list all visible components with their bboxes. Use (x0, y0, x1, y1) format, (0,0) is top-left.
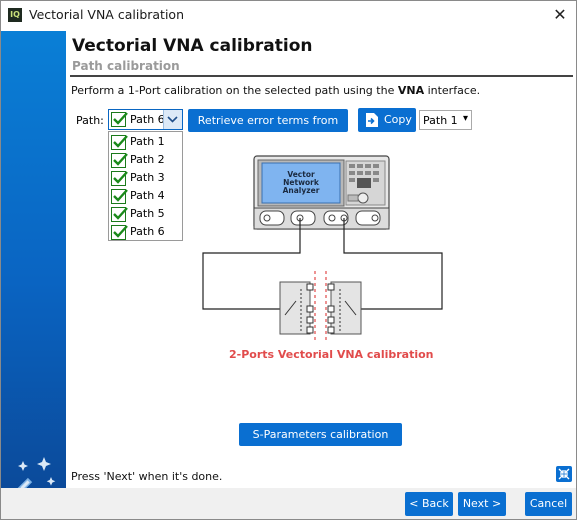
title-bar: IQ Vectorial VNA calibration ✕ (1, 1, 576, 29)
header-divider (70, 75, 573, 77)
vna-label-3: Analyzer (283, 186, 320, 195)
calibration-diagram: Vector Network Analyzer (202, 155, 443, 341)
back-button[interactable]: < Back (405, 492, 453, 516)
page-subtitle: Path calibration (72, 59, 180, 73)
copy-button-label: Copy (384, 113, 412, 126)
dropdown-item-path-5[interactable]: Path 5 (109, 205, 182, 223)
copy-button[interactable]: Copy (358, 108, 416, 132)
path-combobox-value: Path 6 (130, 113, 165, 126)
close-icon[interactable]: ✕ (549, 4, 571, 26)
dropdown-item-path-6[interactable]: Path 6 (109, 223, 182, 241)
checkbox-checked-icon[interactable] (111, 135, 128, 150)
sparam-calibration-check-button[interactable]: S-Parameters calibration check (239, 423, 402, 464)
dialog-window: IQ Vectorial VNA calibration ✕ Vectorial… (0, 0, 577, 520)
checkbox-checked-icon[interactable] (111, 153, 128, 168)
diagram-caption: 2-Ports Vectorial VNA calibration (229, 348, 434, 361)
fixture-left (279, 281, 311, 335)
dropdown-item-path-2[interactable]: Path 2 (109, 151, 182, 169)
dropdown-item-label: Path 3 (130, 171, 165, 184)
next-button[interactable]: Next > (458, 492, 506, 516)
copy-icon (366, 113, 378, 127)
dropdown-item-label: Path 6 (130, 225, 165, 238)
dropdown-item-label: Path 1 (130, 135, 165, 148)
wizard-sidebar (1, 31, 66, 505)
path-combobox[interactable]: Path 6 (108, 109, 183, 130)
copy-target-value: Path 1 (423, 114, 458, 127)
app-icon: IQ (8, 8, 22, 22)
checkbox-checked-icon[interactable] (111, 189, 128, 204)
dropdown-item-path-1[interactable]: Path 1 (109, 133, 182, 151)
copy-target-select[interactable]: Path 1 ▾ (419, 110, 472, 130)
cancel-button[interactable]: Cancel (525, 492, 572, 516)
path-label: Path: (76, 114, 104, 127)
chevron-down-icon[interactable] (163, 110, 182, 129)
dropdown-item-path-3[interactable]: Path 3 (109, 169, 182, 187)
collapse-icon[interactable] (556, 466, 572, 482)
retrieve-error-terms-button[interactable]: Retrieve error terms from VNA (188, 109, 348, 150)
checkbox-checked-icon[interactable] (111, 171, 128, 186)
instruction-text: Perform a 1-Port calibration on the sele… (71, 84, 481, 97)
dropdown-item-label: Path 4 (130, 189, 165, 202)
dropdown-item-label: Path 5 (130, 207, 165, 220)
dropdown-item-path-4[interactable]: Path 4 (109, 187, 182, 205)
path-dropdown-list: Path 1 Path 2 Path 3 Path 4 Path 5 Path … (108, 131, 183, 241)
fixture-right (330, 281, 362, 335)
dropdown-item-label: Path 2 (130, 153, 165, 166)
chevron-down-icon: ▾ (462, 113, 468, 124)
checkbox-checked-icon[interactable] (111, 225, 128, 240)
checkbox-checked-icon (111, 112, 128, 127)
window-title: Vectorial VNA calibration (29, 7, 184, 22)
checkbox-checked-icon[interactable] (111, 207, 128, 222)
page-title: Vectorial VNA calibration (72, 36, 313, 56)
hint-text: Press 'Next' when it's done. (71, 470, 223, 483)
